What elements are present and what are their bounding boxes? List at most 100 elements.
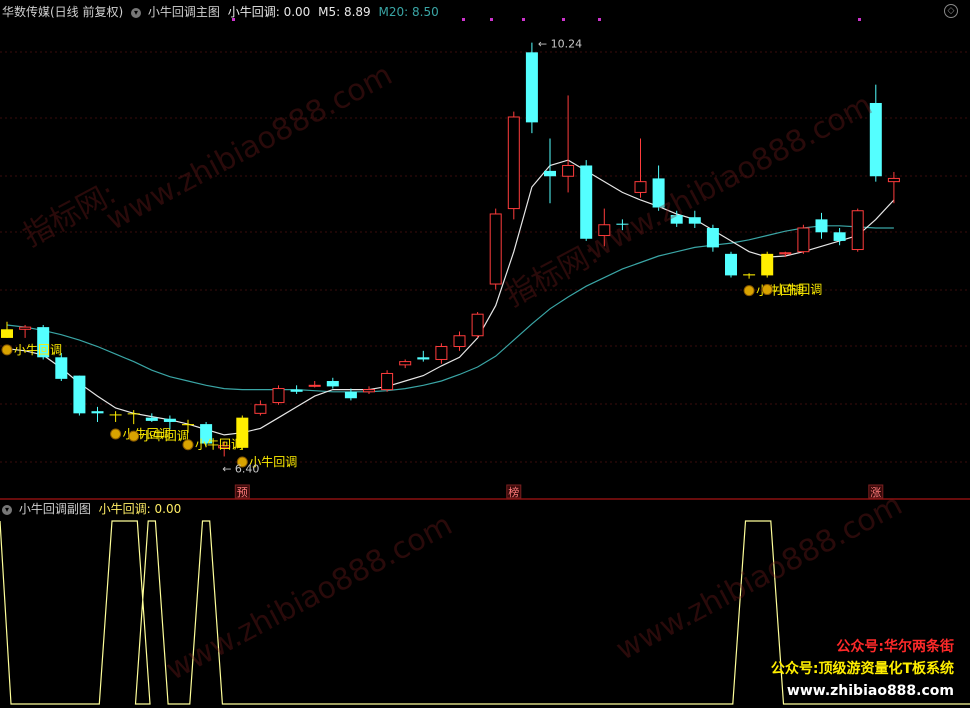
event-marker-text: 榜 bbox=[508, 485, 519, 499]
marker-dot bbox=[462, 18, 465, 21]
candle-body bbox=[363, 389, 375, 393]
candle bbox=[725, 251, 737, 278]
candle-body bbox=[489, 213, 502, 285]
candle-body bbox=[869, 102, 882, 177]
candle bbox=[399, 359, 412, 369]
signal-label-text: 小牛回调 bbox=[195, 437, 243, 452]
sub-indicator-name[interactable]: 小牛回调副图 bbox=[19, 502, 91, 516]
candle-body bbox=[254, 404, 267, 414]
candle bbox=[670, 210, 683, 227]
candle-body bbox=[290, 389, 303, 392]
candle bbox=[706, 224, 719, 252]
candle-body bbox=[163, 418, 176, 422]
stock-label: 华数传媒(日线 前复权) bbox=[2, 5, 124, 19]
candle bbox=[562, 95, 575, 193]
candle-body bbox=[182, 424, 194, 426]
candle-body bbox=[815, 219, 828, 233]
candle-body bbox=[272, 388, 285, 404]
candle-body bbox=[471, 313, 484, 337]
candle bbox=[634, 138, 647, 198]
candle bbox=[145, 413, 158, 422]
candle-body bbox=[725, 253, 737, 276]
candle bbox=[381, 370, 394, 392]
sub-header: ▾ 小牛回调副图 小牛回调: 0.00 bbox=[2, 502, 181, 516]
promo-line-1: 公众号:华尔两条街 bbox=[836, 639, 954, 655]
candle-body bbox=[833, 232, 846, 241]
event-marker: 预 bbox=[234, 484, 250, 499]
marker-dot bbox=[598, 18, 601, 21]
candle-body bbox=[851, 210, 864, 251]
signal-value: 0.00 bbox=[283, 5, 311, 19]
marker-dot bbox=[858, 18, 861, 21]
candle-body bbox=[73, 375, 86, 414]
candle-body bbox=[598, 224, 611, 237]
collapse-icon[interactable]: ◇ bbox=[944, 4, 958, 18]
candle bbox=[851, 208, 864, 252]
candle bbox=[272, 385, 285, 405]
candle bbox=[652, 165, 665, 211]
candle bbox=[308, 381, 321, 388]
signal-label-text: 小牛回调 bbox=[774, 282, 822, 297]
money-bag-icon bbox=[110, 428, 122, 440]
candle bbox=[326, 377, 339, 389]
candle bbox=[797, 224, 810, 254]
chevron-down-icon[interactable]: ▾ bbox=[131, 7, 142, 18]
m20-label: M20: bbox=[378, 5, 409, 19]
chevron-down-icon[interactable]: ▾ bbox=[2, 504, 12, 515]
candle bbox=[1, 321, 13, 338]
candle-body bbox=[706, 227, 719, 248]
candle bbox=[869, 84, 882, 182]
candle bbox=[761, 251, 774, 278]
candle-body bbox=[688, 217, 701, 224]
candle bbox=[507, 111, 520, 220]
indicator-name[interactable]: 小牛回调主图 bbox=[148, 5, 220, 19]
candle-body bbox=[435, 346, 448, 360]
money-bag-icon bbox=[743, 285, 755, 297]
candle-body bbox=[634, 181, 647, 193]
candle-body bbox=[55, 357, 68, 379]
candle bbox=[55, 352, 68, 382]
m5-label: M5: bbox=[318, 5, 341, 19]
m5-value: 8.89 bbox=[343, 5, 371, 19]
sub-signal-label: 小牛回调: bbox=[98, 502, 151, 516]
candle-body bbox=[507, 116, 520, 210]
candle-body bbox=[616, 223, 629, 225]
candles bbox=[1, 42, 900, 457]
candle bbox=[363, 386, 375, 394]
candle-body bbox=[326, 381, 339, 387]
candle bbox=[743, 273, 756, 279]
candle-body bbox=[887, 177, 900, 183]
candle bbox=[435, 343, 448, 364]
promo-line-3: www.zhibiao888.com bbox=[786, 683, 954, 699]
candle bbox=[109, 411, 122, 422]
money-bag-icon bbox=[128, 430, 140, 442]
candle-body bbox=[453, 335, 466, 348]
candle bbox=[598, 208, 611, 247]
candle-body bbox=[652, 178, 665, 208]
candle bbox=[254, 400, 267, 416]
sub-signal-value: 0.00 bbox=[154, 502, 182, 516]
min-price-label: ← 6.40 bbox=[222, 462, 259, 475]
event-markers: 预榜涨 bbox=[234, 484, 884, 499]
candle-body bbox=[344, 391, 357, 399]
max-price-label: ← 10.24 bbox=[538, 38, 582, 51]
candle bbox=[417, 350, 430, 362]
promo-line-2: 公众号:顶级游资量化T板系统 bbox=[770, 661, 954, 677]
marker-dot bbox=[490, 18, 493, 21]
signal-labels: 小牛回调小牛回调小牛回调小牛回调小牛回调小牛回调小牛回调 bbox=[1, 282, 822, 469]
candle bbox=[580, 160, 593, 241]
candle-body bbox=[399, 361, 412, 366]
candle-body bbox=[145, 417, 158, 421]
ma20-line bbox=[6, 225, 894, 393]
m20-value: 8.50 bbox=[412, 5, 439, 19]
candle bbox=[887, 171, 900, 204]
candle bbox=[344, 388, 357, 401]
candle-body bbox=[381, 372, 394, 391]
candle bbox=[290, 385, 303, 394]
candle-body bbox=[562, 164, 575, 177]
candle-body bbox=[308, 384, 321, 387]
grid-lines bbox=[0, 18, 970, 463]
candle bbox=[815, 212, 828, 239]
candle bbox=[471, 312, 484, 338]
candle-body bbox=[1, 329, 13, 338]
